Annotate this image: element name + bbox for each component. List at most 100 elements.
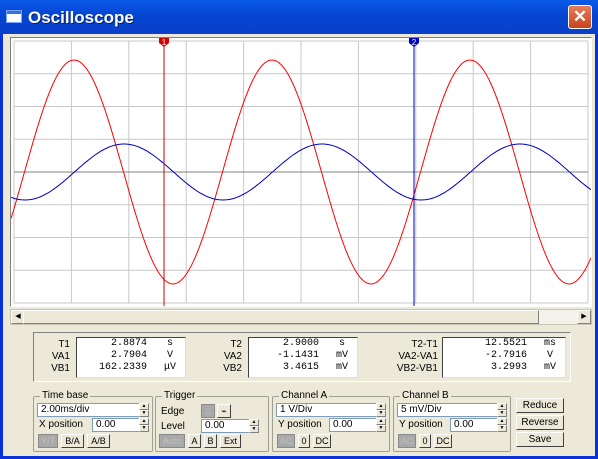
trigger-level-value: 0.00 (205, 420, 225, 431)
channel-b-ypos-input[interactable]: 0.00 ▲ ▼ (450, 418, 507, 432)
cursor-readout-panel: T1 VA1 VB1 2.8874 s 2.7904 V 162.2339 μV… (33, 332, 571, 382)
va2va1-label: VA2-VA1 (398, 351, 438, 362)
spin-down-icon[interactable]: ▼ (139, 425, 149, 432)
channel-a-ypos-input[interactable]: 0.00 ▲ ▼ (329, 418, 386, 432)
time-scrollbar[interactable]: ◀ ▶ (10, 309, 592, 325)
scroll-thumb[interactable] (23, 310, 539, 324)
channel-b-ypos-label: Y position (399, 419, 443, 430)
channel-b-ypos-value: 0.00 (454, 419, 474, 430)
close-button[interactable]: ✕ (568, 5, 592, 29)
falling-edge-button[interactable]: ⌁ (217, 404, 231, 418)
channel-b-ypos-spinner[interactable]: ▲ ▼ (497, 418, 507, 432)
title-bar[interactable]: Oscilloscope ✕ (0, 0, 598, 34)
timebase-value: 2.00ms/div (41, 404, 90, 415)
t2-unit: s (338, 338, 345, 349)
vb2-label: VB2 (223, 363, 242, 374)
spin-down-icon[interactable]: ▼ (376, 425, 386, 432)
spin-down-icon[interactable]: ▼ (497, 425, 507, 432)
timebase-xpos-value: 0.00 (96, 419, 116, 430)
spin-up-icon[interactable]: ▲ (497, 418, 507, 425)
channel-a-ypos-spinner[interactable]: ▲ ▼ (376, 418, 386, 432)
trigger-edge-label: Edge (161, 406, 185, 417)
channel-b-dc-button[interactable]: DC (434, 434, 452, 448)
spin-down-icon[interactable]: ▼ (376, 410, 386, 417)
yt-button[interactable]: Y/T (38, 434, 58, 448)
timebase-xpos-label: X position (39, 419, 83, 430)
channel-b-scale-spinner[interactable]: ▲ ▼ (497, 403, 507, 417)
window-title: Oscilloscope (28, 8, 134, 27)
scope-display: 1 2 (11, 38, 591, 306)
channel-b-scale-value: 5 mV/Div (401, 404, 442, 415)
cursor-1-label: 1 (162, 38, 167, 47)
va1-unit: V (166, 350, 173, 361)
grid (13, 40, 589, 304)
channel-a-zero-button[interactable]: 0 (298, 434, 310, 448)
trigger-title: Trigger (162, 390, 198, 401)
reduce-button[interactable]: Reduce (516, 398, 564, 413)
va2-unit: mV (335, 350, 348, 361)
timebase-group: Time base 2.00ms/div ▲ ▼ X position 0.00 … (33, 390, 153, 452)
oscilloscope-window: Oscilloscope ✕ 1 2 ◀ ▶ T1 V A 1 VB1 2.8874… (0, 0, 598, 459)
vb2vb1-unit: mV (543, 362, 556, 373)
vb1-label: VB1 (51, 363, 70, 374)
channel-b-scale-select[interactable]: 5 mV/Div ▲ ▼ (397, 403, 507, 417)
spin-up-icon[interactable]: ▲ (497, 403, 507, 410)
save-button[interactable]: Save (516, 432, 564, 447)
spin-up-icon[interactable]: ▲ (376, 403, 386, 410)
channel-a-dc-button[interactable]: DC (313, 434, 331, 448)
vb2vb1-label: VB2-VB1 (396, 363, 438, 374)
channel-a-ypos-label: Y position (278, 419, 322, 430)
cursor2-values: 2.9000 s -1.1431 mV 3.4615 mV (248, 337, 358, 378)
channel-a-scale-spinner[interactable]: ▲ ▼ (376, 403, 386, 417)
trigger-ext-button[interactable]: Ext (220, 434, 241, 448)
spin-down-icon[interactable]: ▼ (497, 410, 507, 417)
va2-value: -1.1431 (276, 350, 319, 361)
trigger-group: Trigger Edge ⎍ ⌁ Level 0.00 ▲ ▼ Auto A B … (155, 390, 269, 452)
reverse-button[interactable]: Reverse (516, 415, 564, 430)
vb2-value: 3.4615 (282, 362, 319, 373)
timebase-spinner[interactable]: ▲ ▼ (139, 403, 149, 417)
channel-a-ac-button[interactable]: AC (277, 434, 295, 448)
t1-label: T1 (58, 339, 70, 350)
timebase-select[interactable]: 2.00ms/div ▲ ▼ (37, 403, 149, 417)
scope-screen: 1 2 (10, 37, 592, 307)
channel-a-group: Channel A 1 V/Div ▲ ▼ Y position 0.00 ▲ ▼ … (272, 390, 390, 452)
t2-label: T2 (230, 339, 242, 350)
spin-up-icon[interactable]: ▲ (139, 418, 149, 425)
channel-a-scale-select[interactable]: 1 V/Div ▲ ▼ (276, 403, 386, 417)
trigger-a-button[interactable]: A (188, 434, 201, 448)
rising-edge-button[interactable]: ⎍ (201, 404, 215, 418)
level-spinner[interactable]: ▲ ▼ (249, 419, 259, 433)
vb1-value: 162.2339 (98, 362, 147, 373)
trigger-level-label: Level (161, 421, 185, 432)
cursor1-values: 2.8874 s 2.7904 V 162.2339 μV (76, 337, 186, 378)
trigger-auto-button[interactable]: Auto (159, 434, 185, 448)
spin-up-icon[interactable]: ▲ (139, 403, 149, 410)
rising-edge-icon: ⎍ (204, 406, 212, 416)
spin-up-icon[interactable]: ▲ (249, 419, 259, 426)
ba-button[interactable]: B/A (61, 434, 84, 448)
cursor-2-marker[interactable]: 2 (409, 38, 419, 47)
channel-b-ac-button[interactable]: AC (398, 434, 416, 448)
trigger-level-input[interactable]: 0.00 ▲ ▼ (201, 419, 259, 433)
channel-b-group: Channel B 5 mV/Div ▲ ▼ Y position 0.00 ▲ ▼… (393, 390, 511, 452)
cursor-2-label: 2 (412, 38, 417, 47)
channel-a-title: Channel A (279, 390, 330, 401)
trigger-b-button[interactable]: B (204, 434, 217, 448)
spin-up-icon[interactable]: ▲ (376, 418, 386, 425)
vb2vb1-value: 3.2993 (490, 362, 527, 373)
spin-down-icon[interactable]: ▼ (139, 410, 149, 417)
channel-b-zero-button[interactable]: 0 (419, 434, 431, 448)
scroll-right-button[interactable]: ▶ (577, 310, 591, 324)
ab-button[interactable]: A/B (87, 434, 110, 448)
channel-a-scale-value: 1 V/Div (280, 404, 313, 415)
vb1-unit: μV (163, 362, 176, 373)
va1-value: 2.7904 (110, 350, 147, 361)
timebase-xpos-input[interactable]: 0.00 ▲ ▼ (92, 418, 149, 432)
t2t1-unit: ms (543, 338, 556, 349)
spin-down-icon[interactable]: ▼ (249, 426, 259, 433)
channel-a-ypos-value: 0.00 (333, 419, 353, 430)
xpos-spinner[interactable]: ▲ ▼ (139, 418, 149, 432)
window-icon (6, 10, 22, 23)
cursor-1-marker[interactable]: 1 (159, 38, 169, 47)
